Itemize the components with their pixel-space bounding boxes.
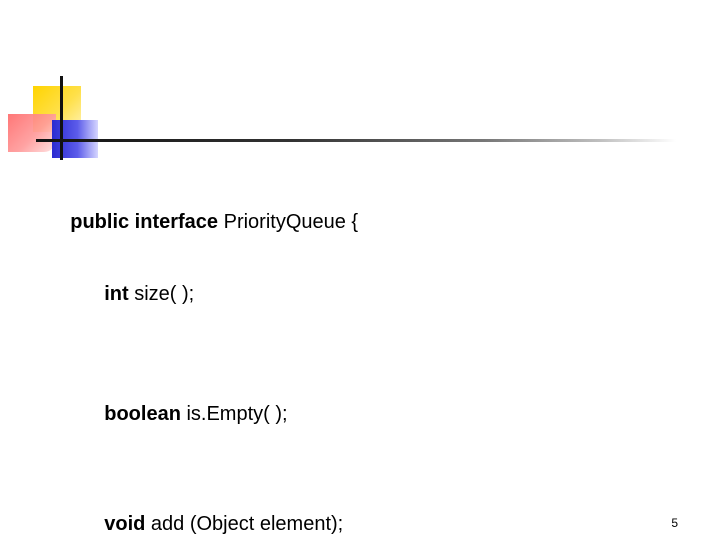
code-text-add: add (Object element); (145, 513, 344, 535)
code-line-isempty: boolean is.Empty( ); (82, 378, 288, 450)
logo-red-square (8, 114, 56, 152)
code-line-interface: public interface PriorityQueue { (48, 186, 358, 258)
code-text-isempty: is.Empty( ); (180, 403, 288, 425)
code-text-size: size( ); (128, 283, 195, 305)
code-text-priorityqueue: PriorityQueue { (218, 211, 359, 233)
logo-vertical-line (60, 76, 63, 160)
slide-logo-icon (0, 0, 120, 170)
code-line-add: void add (Object element); (82, 488, 343, 540)
code-keyword-public-interface: public interface (70, 211, 219, 233)
code-keyword-void: void (104, 513, 146, 535)
code-line-size: int size( ); (82, 258, 194, 330)
page-number: 5 (671, 516, 678, 530)
code-keyword-boolean: boolean (104, 403, 181, 425)
slide: public interface PriorityQueue { int siz… (0, 0, 720, 540)
code-keyword-int: int (104, 283, 129, 305)
title-rule (36, 139, 676, 142)
